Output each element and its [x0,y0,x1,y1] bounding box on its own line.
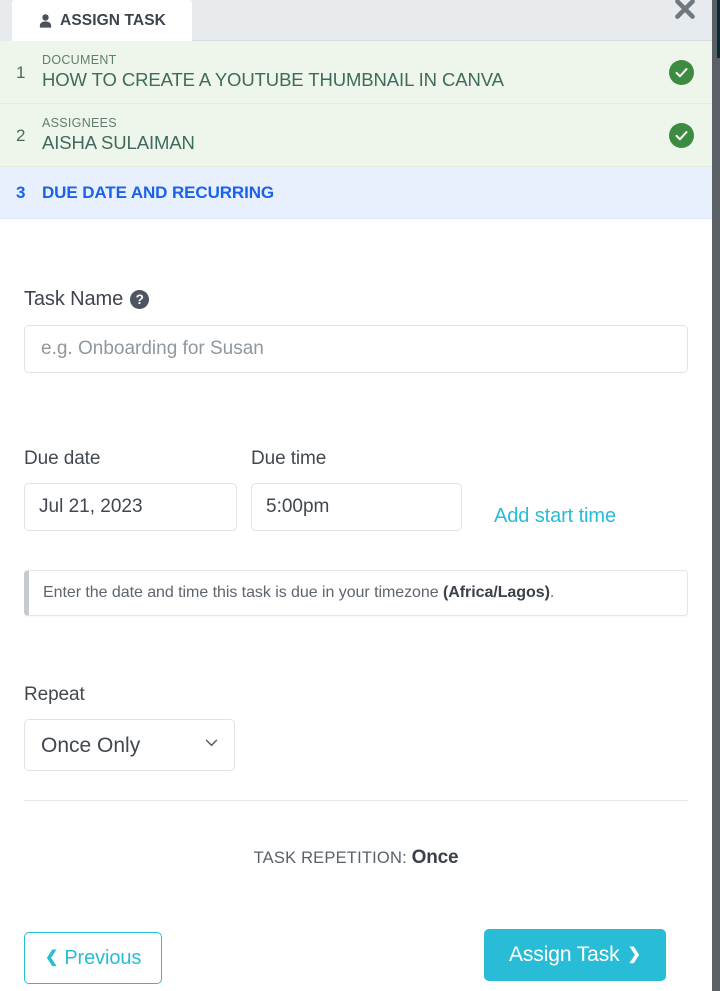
hint-suffix: . [549,584,555,601]
repeat-select[interactable]: Once Only [24,719,235,771]
repeat-label: Repeat [24,684,85,705]
check-circle-icon [669,59,694,85]
hint-prefix: Enter the date and time this task is due… [43,584,443,601]
timezone-hint-text: Enter the date and time this task is due… [43,584,554,602]
task-name-input[interactable] [24,325,688,373]
due-time-field-group: Due time [251,448,462,531]
step-kicker: DOCUMENT [42,53,117,68]
assign-task-button-label: Assign Task [509,943,620,966]
task-name-field-group: Task Name ? [24,288,688,373]
step-text: ASSIGNEES AISHA SULAIMAN [42,116,669,154]
repeat-field-group: Repeat Once Only [24,684,235,771]
close-icon[interactable] [668,0,702,26]
step-row-document[interactable]: 1 DOCUMENT HOW TO CREATE A YOUTUBE THUMB… [0,41,712,104]
question-mark-icon[interactable]: ? [130,290,150,309]
due-date-field-group: Due date [24,448,237,531]
add-start-time-link[interactable]: Add start time [494,505,616,528]
step-text: DOCUMENT HOW TO CREATE A YOUTUBE THUMBNA… [42,53,669,91]
assign-task-button[interactable]: Assign Task ❯ [484,929,666,981]
due-date-label: Due date [24,448,101,469]
step-kicker: ASSIGNEES [42,116,117,131]
step-title: DUE DATE AND RECURRING [42,182,275,202]
section-divider [24,800,688,801]
step-value: HOW TO CREATE A YOUTUBE THUMBNAIL IN CAN… [42,68,504,90]
hint-timezone: (Africa/Lagos) [442,584,550,601]
previous-button-label: Previous [64,946,142,969]
step-number: 3 [16,183,26,202]
task-name-label: Task Name ? [24,288,688,311]
due-date-input[interactable] [24,483,237,531]
assign-task-modal: ASSIGN TASK 1 DOCUMENT HOW TO CREATE A Y… [0,0,720,991]
step-list: 1 DOCUMENT HOW TO CREATE A YOUTUBE THUMB… [0,41,712,219]
chevron-right-icon: ❯ [627,946,641,963]
previous-button[interactable]: ❮ Previous [24,932,163,984]
step-value: AISHA SULAIMAN [42,131,195,153]
tab-assign-task[interactable]: ASSIGN TASK [12,0,192,41]
chevron-left-icon: ❮ [45,949,59,966]
modal-header: ASSIGN TASK [0,0,712,41]
tab-strip-left-stub [0,0,12,41]
task-repetition-value: Once [411,847,459,868]
step-row-due-date-and-recurring[interactable]: 3 DUE DATE AND RECURRING [0,167,712,219]
repeat-select-wrap: Once Only [24,719,235,771]
task-repetition-label: TASK REPETITION: [253,849,407,867]
due-time-label: Due time [251,448,327,469]
tab-label: ASSIGN TASK [60,11,166,29]
check-circle-icon [669,122,694,148]
step-row-assignees[interactable]: 2 ASSIGNEES AISHA SULAIMAN [0,104,712,167]
due-time-input[interactable] [251,483,462,531]
timezone-hint-box: Enter the date and time this task is due… [24,570,688,616]
task-name-label-text: Task Name [24,288,124,310]
scrollbar-thumb[interactable] [712,0,720,991]
step-number: 1 [16,62,26,82]
scrollbar-track[interactable] [712,0,720,991]
step-number: 2 [16,125,26,145]
person-icon [38,13,53,29]
step-text: DUE DATE AND RECURRING [42,183,694,203]
task-repetition-summary: TASK REPETITION: Once [24,847,688,869]
